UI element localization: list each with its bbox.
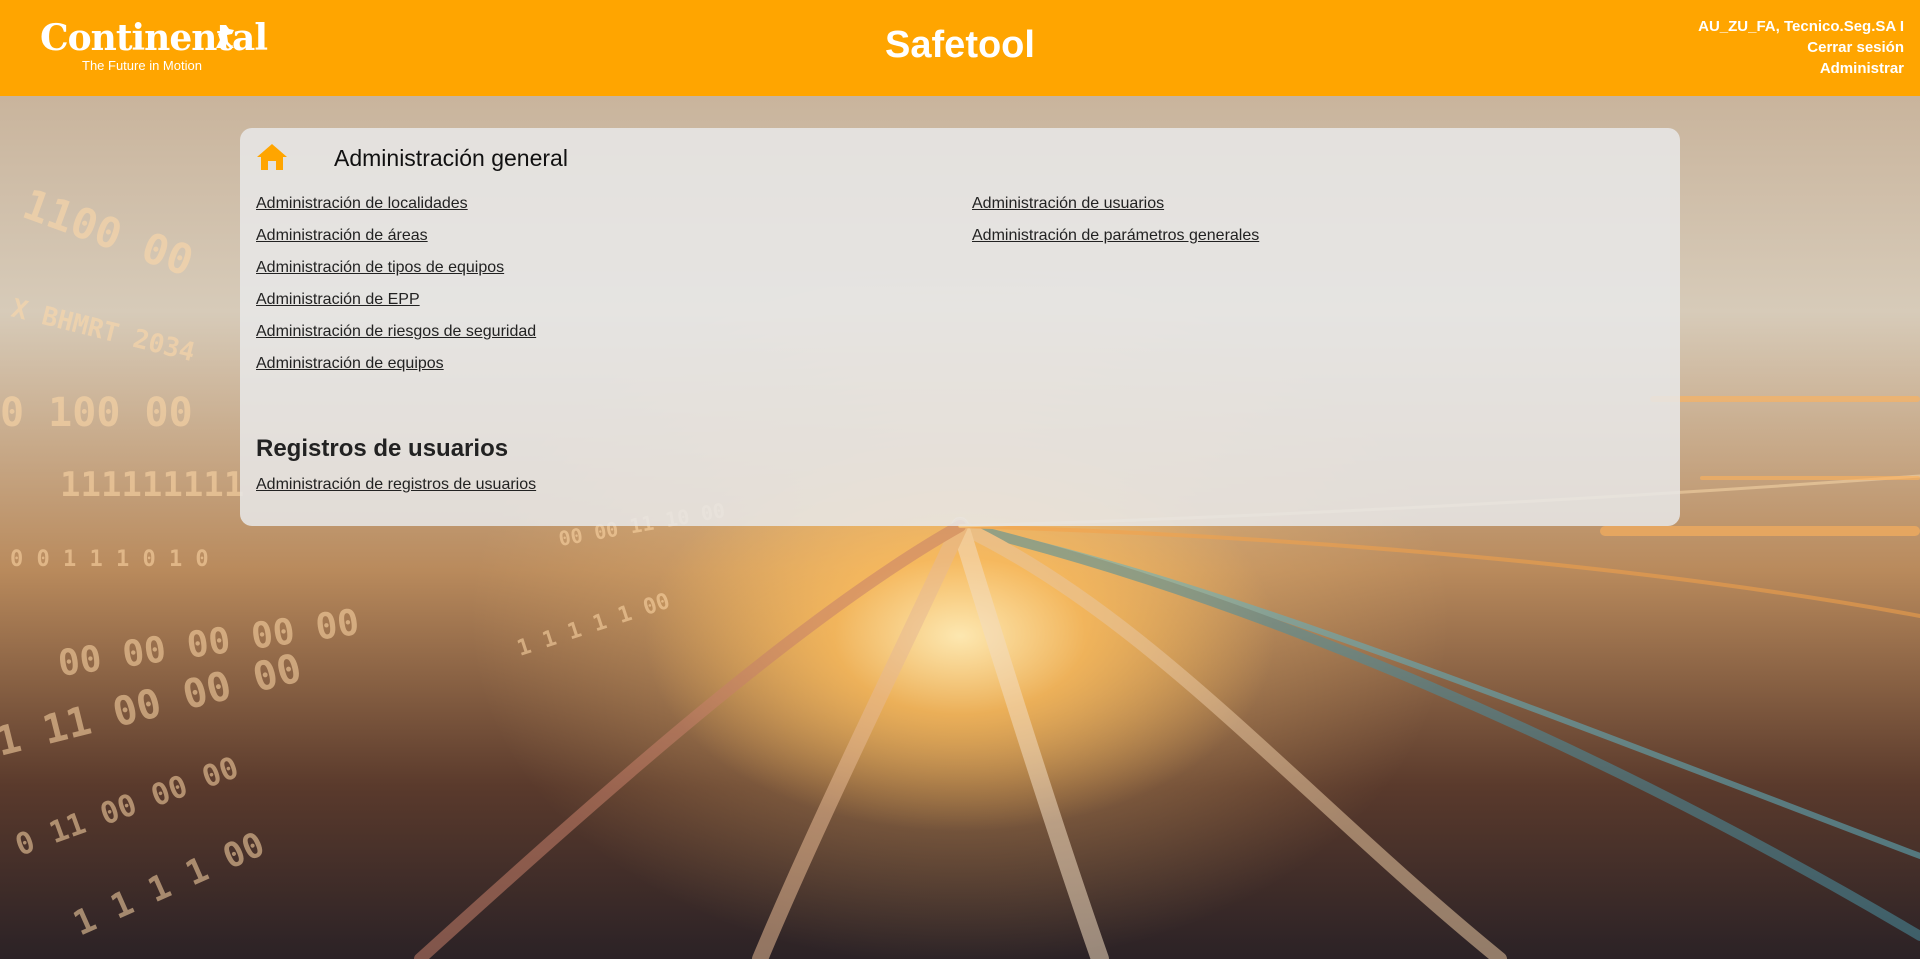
link-usuarios[interactable]: Administración de usuarios: [972, 194, 1259, 226]
logout-link[interactable]: Cerrar sesión: [1698, 37, 1904, 58]
top-header: Continental The Future in Motion Safetoo…: [0, 0, 1920, 96]
user-name: AU_ZU_FA, Tecnico.Seg.SA I: [1698, 18, 1904, 35]
svg-text:X BHMRT 2034: X BHMRT 2034: [8, 294, 198, 369]
admin-links-left: Administración de localidades Administra…: [256, 194, 536, 386]
registros-title: Registros de usuarios: [256, 435, 509, 462]
link-equipos[interactable]: Administración de equipos: [256, 354, 536, 386]
link-localidades[interactable]: Administración de localidades: [256, 194, 536, 226]
user-menu: AU_ZU_FA, Tecnico.Seg.SA I Cerrar sesión…: [1698, 16, 1904, 79]
admin-links-right: Administración de usuarios Administració…: [972, 194, 1259, 258]
svg-text:1100 00: 1100 00: [17, 179, 200, 286]
home-icon[interactable]: [256, 142, 288, 172]
link-parametros[interactable]: Administración de parámetros generales: [972, 226, 1259, 258]
admin-link[interactable]: Administrar: [1698, 58, 1904, 79]
link-registros-usuarios[interactable]: Administración de registros de usuarios: [256, 475, 536, 495]
svg-text:111111111: 111111111: [60, 465, 244, 505]
link-riesgos[interactable]: Administración de riesgos de seguridad: [256, 322, 536, 354]
link-epp[interactable]: Administración de EPP: [256, 290, 536, 322]
svg-text:0 100 00: 0 100 00: [0, 390, 193, 436]
svg-text:0 0 1 1 1 0 1 0: 0 0 1 1 1 0 1 0: [10, 547, 209, 572]
link-tipos-equipos[interactable]: Administración de tipos de equipos: [256, 258, 536, 290]
section-title: Administración general: [334, 145, 568, 171]
svg-text:1 1 1 1 00: 1 1 1 1 00: [67, 824, 270, 944]
app-title: Safetool: [885, 24, 1035, 66]
admin-panel: Administración general Administración de…: [240, 128, 1680, 526]
link-areas[interactable]: Administración de áreas: [256, 226, 536, 258]
svg-text:1 1 1 1 1 00: 1 1 1 1 1 00: [514, 589, 673, 662]
